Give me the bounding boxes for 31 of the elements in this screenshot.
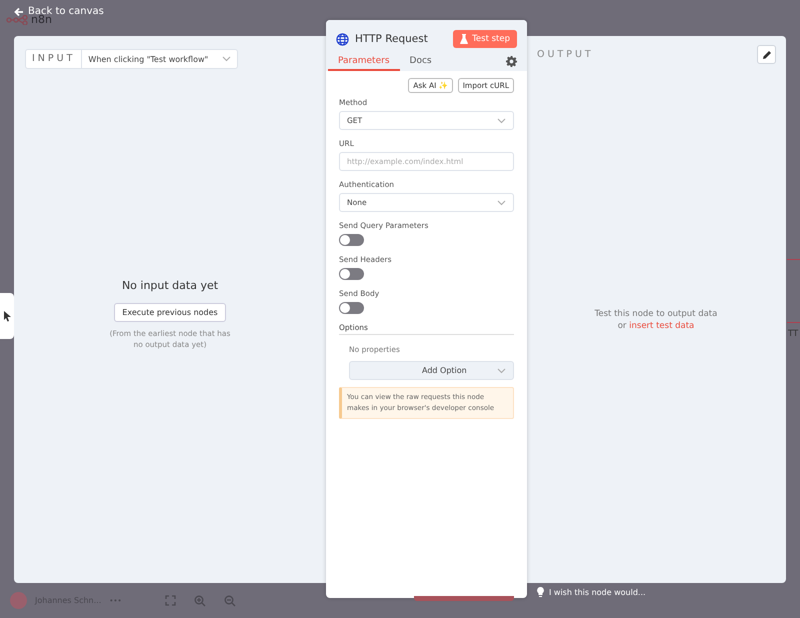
logo-text: n8n (31, 13, 52, 26)
execute-button[interactable]: Execute previous nodes (114, 302, 226, 322)
output-message: Test this node to output data (594, 308, 718, 320)
feedback-link[interactable]: I wish this node would... (537, 587, 646, 597)
globe-icon (336, 32, 349, 46)
chevron-down-icon (497, 118, 506, 124)
trigger-select[interactable]: When clicking "Test workflow" (82, 54, 238, 64)
node-title: HTTP Request (355, 33, 428, 45)
flask-icon (460, 34, 468, 44)
input-label: INPUT (26, 50, 82, 68)
edit-button[interactable] (757, 45, 776, 64)
chevron-down-icon (497, 200, 506, 206)
or-text: or (618, 320, 626, 330)
cursor-icon (2, 310, 12, 322)
toggle-switch[interactable] (339, 302, 364, 314)
lightbulb-icon (537, 587, 544, 597)
edge-text: TT (788, 329, 798, 339)
output-label: OUTPUT (537, 48, 594, 62)
toggle-switch[interactable] (339, 268, 364, 280)
toggle-switch[interactable] (339, 234, 364, 246)
add-option-button[interactable]: Add Option (349, 361, 514, 380)
settings-icon[interactable] (506, 56, 517, 67)
side-tab[interactable] (0, 293, 14, 339)
arrow-left-icon (14, 6, 24, 16)
chevron-down-icon (497, 368, 506, 374)
chevron-down-icon (222, 56, 232, 62)
input-selector[interactable]: INPUT When clicking "Test workflow" (25, 49, 238, 69)
pencil-icon (762, 50, 772, 60)
tab[interactable]: Docs (400, 52, 442, 71)
empty-title: No input data yet (122, 278, 218, 292)
logo-icon (6, 14, 28, 24)
